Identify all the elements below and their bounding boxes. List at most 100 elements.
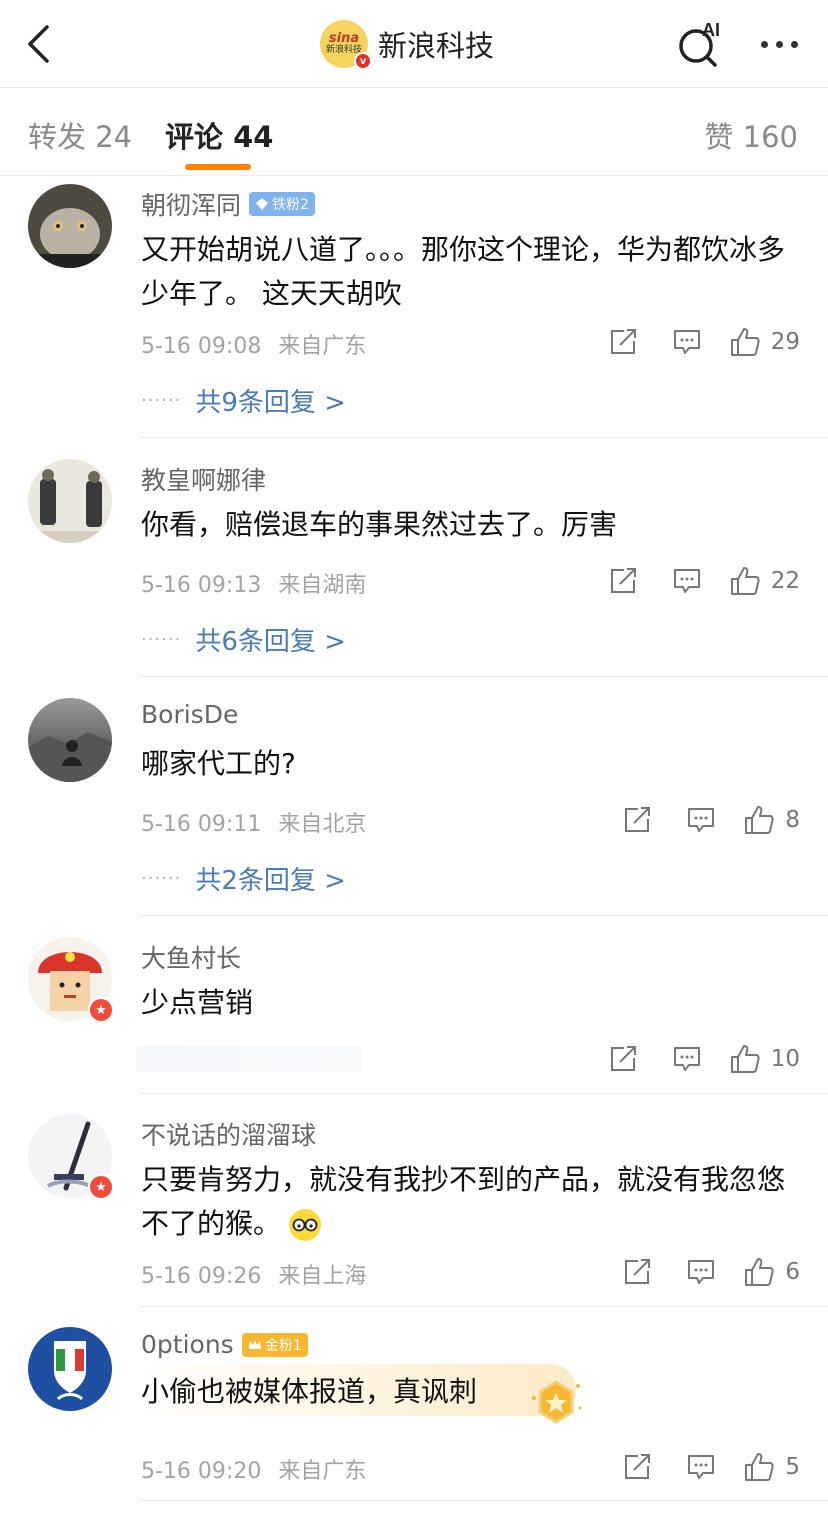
reply-button[interactable] — [669, 1254, 733, 1290]
like-button[interactable]: 29 — [729, 326, 800, 358]
share-icon — [625, 807, 651, 832]
more-options-button[interactable] — [754, 24, 804, 64]
reply-button[interactable] — [655, 563, 719, 599]
share-button[interactable] — [605, 1449, 669, 1485]
comment-location: 来自上海 — [278, 1264, 367, 1289]
username-text[interactable]: 教皇啊娜律 — [141, 461, 266, 497]
like-button[interactable]: 22 — [729, 565, 800, 597]
comment-time: 5-16 09:11 — [141, 812, 262, 837]
thumbs-up-icon — [745, 1453, 774, 1481]
share-icon — [610, 1046, 636, 1071]
view-replies-link[interactable]: 共9条回复 > — [195, 382, 346, 419]
comment-username[interactable]: 不说话的溜溜球 — [141, 1116, 316, 1152]
brand-logo: sina 新浪科技 v — [320, 20, 372, 70]
comment-username[interactable]: 朝彻浑同 铁粉2 — [141, 186, 315, 222]
reply-button[interactable] — [655, 1041, 719, 1077]
comment-icon — [688, 1455, 715, 1479]
view-replies-link[interactable]: 共6条回复 > — [195, 621, 346, 658]
badge-label: 金粉1 — [264, 1337, 302, 1354]
replies-row[interactable]: ······ 共2条回复 > — [141, 860, 346, 897]
avatar[interactable]: ★ — [28, 937, 114, 1023]
ai-search-icon: AI — [679, 20, 720, 67]
divider — [141, 1093, 828, 1094]
comment-actions: 10 — [591, 1041, 800, 1077]
comment-icon — [688, 808, 715, 832]
replies-row[interactable]: ······ 共6条回复 > — [141, 621, 346, 658]
comment-icon — [673, 569, 700, 593]
comment-username[interactable]: 教皇啊娜律 — [141, 461, 266, 497]
brand-logo-text: sina — [328, 31, 360, 46]
username-text[interactable]: 0ptions — [141, 1330, 234, 1359]
page-title: 新浪科技 — [378, 29, 495, 63]
like-count: 29 — [770, 329, 800, 355]
replies-row[interactable]: ······ 共9条回复 > — [141, 382, 346, 419]
star-badge-icon: ★ — [88, 997, 114, 1023]
reply-button[interactable] — [655, 324, 719, 360]
comment-icon — [673, 1047, 700, 1071]
comment-text: 小偷也被媒体报道，真讽刺 — [141, 1375, 478, 1408]
avatar[interactable]: ★ — [28, 1114, 114, 1200]
comment-icon — [673, 330, 700, 354]
tab-reposts[interactable]: 转发 24 — [28, 114, 132, 156]
avatar[interactable] — [28, 698, 112, 782]
svg-text:AI: AI — [702, 20, 720, 40]
comment-username[interactable]: BorisDe — [141, 700, 238, 729]
thumbs-up-icon — [730, 567, 760, 595]
comment-actions: 22 — [591, 563, 800, 599]
comment-meta: 5-16 09:11 来自北京 — [141, 806, 366, 838]
comment-time: 5-16 09:26 — [141, 1264, 262, 1289]
dots-icon: ······ — [141, 390, 182, 411]
share-icon — [625, 1259, 651, 1284]
comment-time: 5-16 09:08 — [141, 334, 262, 359]
thumbs-up-icon — [745, 1258, 774, 1286]
avatar[interactable] — [28, 459, 112, 543]
comment-username[interactable]: 0ptions 金粉1 — [141, 1330, 308, 1359]
share-button[interactable] — [605, 1254, 669, 1290]
comment-actions: 5 — [605, 1449, 800, 1485]
username-text[interactable]: 朝彻浑同 — [141, 186, 241, 222]
verified-icon: v — [354, 52, 372, 70]
share-button[interactable] — [605, 802, 669, 838]
share-icon — [610, 329, 636, 354]
back-button[interactable] — [18, 22, 58, 66]
comment-location: 来自湖南 — [278, 573, 367, 598]
divider — [141, 1306, 828, 1307]
account-header[interactable]: sina 新浪科技 v 新浪科技 — [320, 18, 494, 70]
avatar[interactable] — [28, 184, 112, 268]
comment-time: 5-16 09:13 — [141, 573, 262, 598]
share-icon — [625, 1454, 651, 1479]
like-count: 22 — [770, 568, 800, 594]
gold-badge-sparkle-icon — [532, 1380, 582, 1424]
share-button[interactable] — [591, 324, 655, 360]
like-button[interactable]: 5 — [743, 1451, 800, 1483]
comment-username[interactable]: 大鱼村长 — [141, 939, 241, 975]
like-button[interactable]: 8 — [743, 804, 800, 836]
share-button[interactable] — [591, 1041, 655, 1077]
like-count: 10 — [770, 1046, 800, 1072]
like-button[interactable]: 6 — [743, 1256, 800, 1288]
comment-actions: 8 — [605, 802, 800, 838]
tab-comments[interactable]: 评论 44 — [165, 114, 273, 156]
dot-icon — [760, 40, 768, 48]
comment-meta: 5-16 09:08 来自广东 — [141, 328, 366, 360]
like-count: 6 — [785, 1259, 800, 1285]
tab-likes[interactable]: 赞 160 — [704, 114, 798, 156]
comment-icon — [688, 1260, 715, 1284]
username-text[interactable]: 不说话的溜溜球 — [141, 1116, 316, 1152]
like-count: 8 — [785, 807, 800, 833]
username-text[interactable]: BorisDe — [141, 700, 238, 729]
reply-button[interactable] — [669, 1449, 733, 1485]
reply-button[interactable] — [669, 802, 733, 838]
comment-actions: 29 — [591, 324, 800, 360]
like-button[interactable]: 10 — [729, 1043, 800, 1075]
divider — [141, 915, 828, 916]
share-button[interactable] — [591, 563, 655, 599]
top-nav-bar: sina 新浪科技 v 新浪科技 AI — [0, 0, 828, 88]
username-text[interactable]: 大鱼村长 — [141, 939, 241, 975]
comment-time: 5-16 09:20 — [141, 1459, 262, 1484]
ai-search-button[interactable]: AI — [676, 20, 728, 68]
avatar[interactable] — [28, 1327, 112, 1411]
comment-text: 又开始胡说八道了。。。那你这个理论，华为都饮冰多少年了。 这天天胡吹 — [141, 233, 786, 310]
comment-location: 来自广东 — [278, 334, 367, 359]
view-replies-link[interactable]: 共2条回复 > — [195, 860, 346, 897]
